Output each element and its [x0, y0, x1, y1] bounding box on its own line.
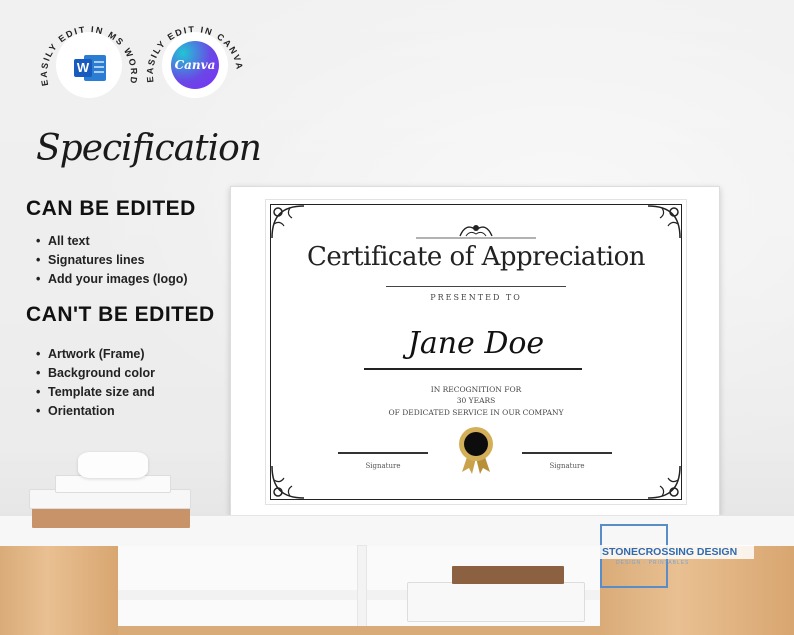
- recognition-line-3: OF DEDICATED SERVICE IN OUR COMPANY: [388, 408, 564, 417]
- shelf-base: [118, 626, 600, 635]
- certificate: Certificate of Appreciation PRESENTED TO…: [266, 200, 686, 504]
- wood-drawer-left: [0, 546, 118, 635]
- brand-name: STONECROSSING DESIGN: [600, 545, 754, 559]
- shelf-book-brown: [452, 566, 564, 584]
- cant-be-edited-heading: CAN'T BE EDITED: [26, 303, 215, 326]
- signature-line-left: [338, 452, 428, 454]
- corner-ornament-icon: [647, 465, 681, 499]
- list-item: Signatures lines: [36, 251, 188, 270]
- list-item: Add your images (logo): [36, 270, 188, 289]
- signature-line-right: [522, 452, 612, 454]
- picture-frame: Certificate of Appreciation PRESENTED TO…: [230, 186, 720, 516]
- ms-word-badge: EASILY EDIT IN MS WORD W: [34, 10, 144, 120]
- signature-label-right: Signature: [549, 462, 585, 470]
- recognition-line-1: IN RECOGNITION FOR: [430, 385, 522, 394]
- list-item: Template size and: [36, 383, 155, 402]
- can-be-edited-heading: CAN BE EDITED: [26, 197, 196, 220]
- corner-ornament-icon: [647, 205, 681, 239]
- list-item: Artwork (Frame): [36, 345, 155, 364]
- recognition-line-2: 30 YEARS: [456, 396, 496, 405]
- canva-badge: EASILY EDIT IN CANVA Canva: [140, 10, 250, 120]
- name-underline: [364, 368, 582, 370]
- list-item: Orientation: [36, 402, 155, 421]
- signature-label-left: Signature: [365, 462, 401, 470]
- canva-logo-icon: Canva: [171, 41, 219, 89]
- microsoft-word-icon: W: [74, 55, 106, 81]
- cant-be-edited-list: Artwork (Frame) Background color Templat…: [36, 345, 155, 421]
- list-item: Background color: [36, 364, 155, 383]
- can-be-edited-list: All text Signatures lines Add your image…: [36, 232, 188, 289]
- shelf-book-white: [408, 583, 584, 621]
- specification-title: Specification: [36, 128, 262, 169]
- presented-to-text: PRESENTED TO: [430, 293, 522, 302]
- book-stack: [56, 476, 170, 492]
- corner-ornament-icon: [271, 205, 305, 239]
- shelf-divider: [358, 546, 366, 635]
- book-stack: [32, 508, 190, 528]
- title-underline: [386, 286, 566, 287]
- white-bowl: [78, 452, 148, 478]
- title-flourish-icon: [416, 225, 536, 239]
- book-stack: [30, 490, 190, 508]
- corner-ornament-icon: [271, 465, 305, 499]
- list-item: All text: [36, 232, 188, 251]
- recipient-name: Jane Doe: [407, 326, 545, 361]
- gold-seal-icon: [459, 427, 493, 474]
- brand-tagline: DESIGN · PRINTABLES: [616, 560, 690, 566]
- certificate-title: Certificate of Appreciation: [306, 242, 646, 272]
